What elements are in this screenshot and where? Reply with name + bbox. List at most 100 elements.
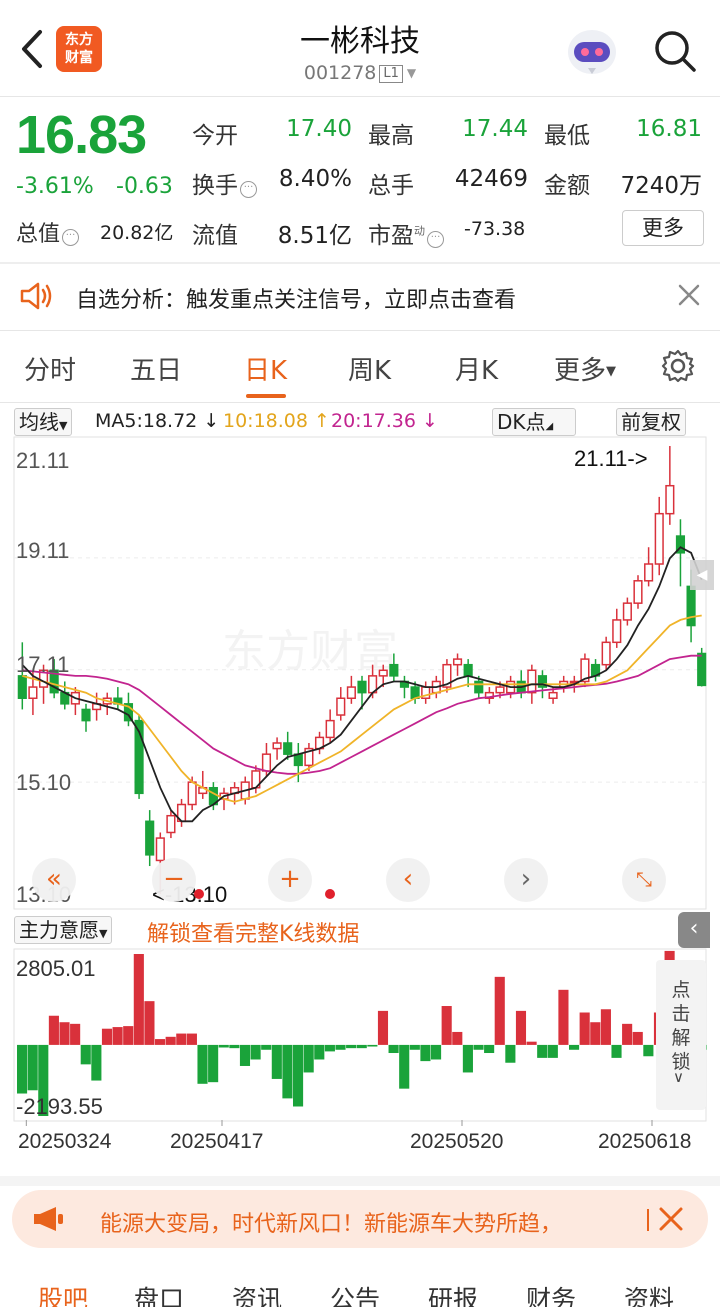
indicator-bar	[165, 1036, 176, 1045]
next-icon[interactable]: ›	[504, 858, 548, 902]
indicator-bar	[197, 1044, 208, 1084]
total-value-label[interactable]: 总值 ···	[16, 216, 80, 248]
info-icon: ···	[62, 229, 80, 246]
pe-label[interactable]: 市盈动···	[368, 216, 444, 250]
fullscreen-icon[interactable]: ⤡	[622, 858, 666, 902]
prev-icon[interactable]: ‹	[386, 858, 430, 902]
indicator-chart[interactable]	[0, 948, 720, 1126]
nav-guba[interactable]: 股吧	[38, 1280, 88, 1307]
nav-news[interactable]: 资讯	[232, 1280, 282, 1307]
zoom-out-icon[interactable]: −	[152, 858, 196, 902]
indicator-bar	[186, 1033, 197, 1045]
candle-body	[601, 641, 611, 666]
tab-daily-k[interactable]: 日K	[244, 350, 287, 387]
current-price: 16.83	[16, 105, 147, 165]
side-unlock-text: 点击解锁	[671, 979, 691, 1073]
indicator-bar	[600, 1009, 611, 1045]
indicator-bar	[59, 1022, 70, 1045]
nav-pankou[interactable]: 盘口	[134, 1280, 184, 1307]
pe-label-text: 市盈	[368, 223, 414, 249]
caret-down-icon: ▼	[606, 364, 617, 379]
candle-body	[548, 691, 558, 699]
banner-divider	[0, 330, 720, 331]
indicator-bar	[314, 1044, 325, 1060]
low-value: 16.81	[636, 116, 702, 142]
candle-body	[410, 686, 420, 699]
candle-body	[654, 512, 664, 565]
indicator-bar	[622, 1023, 633, 1045]
corner-arrow-icon: ◢	[545, 421, 554, 432]
tab-intraday[interactable]: 分时	[24, 350, 76, 387]
indicator-bar	[155, 1039, 166, 1045]
indicator-select[interactable]: 主力意愿▼	[14, 916, 113, 944]
indicator-bar	[335, 1044, 346, 1050]
indicator-bar	[590, 1022, 601, 1045]
unlock-kline-link[interactable]: 解锁查看完整K线数据	[147, 916, 359, 948]
indicator-bar	[526, 1041, 537, 1045]
assistant-robot-icon[interactable]	[564, 24, 620, 78]
candle-body	[187, 781, 197, 806]
price-axis-label: 21.11	[16, 448, 70, 473]
indicator-bar	[324, 1044, 335, 1052]
indicator-bar	[569, 1044, 580, 1050]
indicator-bar	[271, 1044, 282, 1079]
indicator-bar	[462, 1044, 473, 1073]
rewind-icon[interactable]: «	[32, 858, 76, 902]
section-gap	[0, 1176, 720, 1186]
indicator-bar	[558, 989, 569, 1045]
analysis-banner[interactable]: 自选分析：触发重点关注信号，立即点击查看	[0, 264, 720, 330]
candle-body	[325, 719, 335, 739]
ma-select[interactable]: 均线▼	[14, 408, 73, 436]
nav-finance[interactable]: 财务	[526, 1280, 576, 1307]
volume-value: 42469	[454, 166, 528, 192]
indicator-bar	[356, 1044, 367, 1049]
dk-point-select[interactable]: DK点◢	[492, 408, 576, 436]
indicator-bar	[80, 1044, 91, 1065]
indicator-bar	[250, 1044, 261, 1060]
float-value: 8.51亿	[277, 223, 352, 249]
zoom-in-icon[interactable]: +	[268, 858, 312, 902]
search-icon[interactable]	[652, 28, 698, 74]
top-header: 东方 财富 一彬科技 001278 L1 ▼	[0, 0, 720, 96]
total-value: 20.82亿	[100, 222, 174, 244]
indicator-bar	[91, 1044, 102, 1081]
event-marker[interactable]	[325, 889, 335, 899]
collapse-left-icon[interactable]: ‹	[678, 912, 710, 948]
indicator-bar	[293, 1044, 304, 1107]
turnover-label[interactable]: 换手 ···	[192, 166, 257, 200]
nav-profile[interactable]: 资料	[624, 1280, 674, 1307]
indicator-bar	[112, 1027, 123, 1045]
indicator-bar	[144, 1001, 155, 1045]
ma10-readout: 10:18.08 ↑	[223, 410, 330, 432]
indicator-bar	[547, 1044, 558, 1058]
tab-five-day[interactable]: 五日	[130, 350, 182, 387]
event-marker[interactable]	[194, 889, 204, 899]
settings-gear-icon[interactable]	[660, 348, 696, 388]
candle-body	[346, 686, 356, 699]
nav-research[interactable]: 研报	[428, 1280, 478, 1307]
indicator-bar	[579, 1012, 590, 1045]
ma-select-label: 均线	[19, 410, 59, 434]
promo-text: 能源大变局，时代新风口！新能源车大势所趋，	[100, 1212, 563, 1237]
turnover-value: 8.40%	[278, 166, 352, 192]
tab-more[interactable]: 更多▼	[554, 350, 616, 387]
tab-monthly-k[interactable]: 月K	[455, 350, 498, 387]
indicator-bar	[229, 1044, 240, 1049]
amount-label: 金额	[544, 173, 590, 199]
close-icon[interactable]	[676, 282, 702, 308]
open-label: 今开	[192, 123, 238, 149]
pe-value: -73.38	[464, 218, 526, 240]
scroll-right-handle[interactable]: ◀	[690, 560, 714, 590]
close-icon[interactable]	[656, 1204, 686, 1234]
market-tag: L1	[379, 65, 403, 83]
nav-announcements[interactable]: 公告	[330, 1280, 380, 1307]
kline-chart[interactable]: 东方财富	[0, 436, 720, 912]
indicator-bar	[441, 1006, 452, 1045]
more-quote-button[interactable]: 更多	[622, 210, 704, 246]
active-tab-indicator	[246, 394, 286, 398]
adjust-select[interactable]: 前复权	[616, 408, 686, 436]
indicator-bar	[176, 1033, 187, 1045]
tab-weekly-k[interactable]: 周K	[348, 350, 391, 387]
chevron-down-icon: ▼	[406, 66, 417, 80]
candle-body	[166, 814, 176, 834]
